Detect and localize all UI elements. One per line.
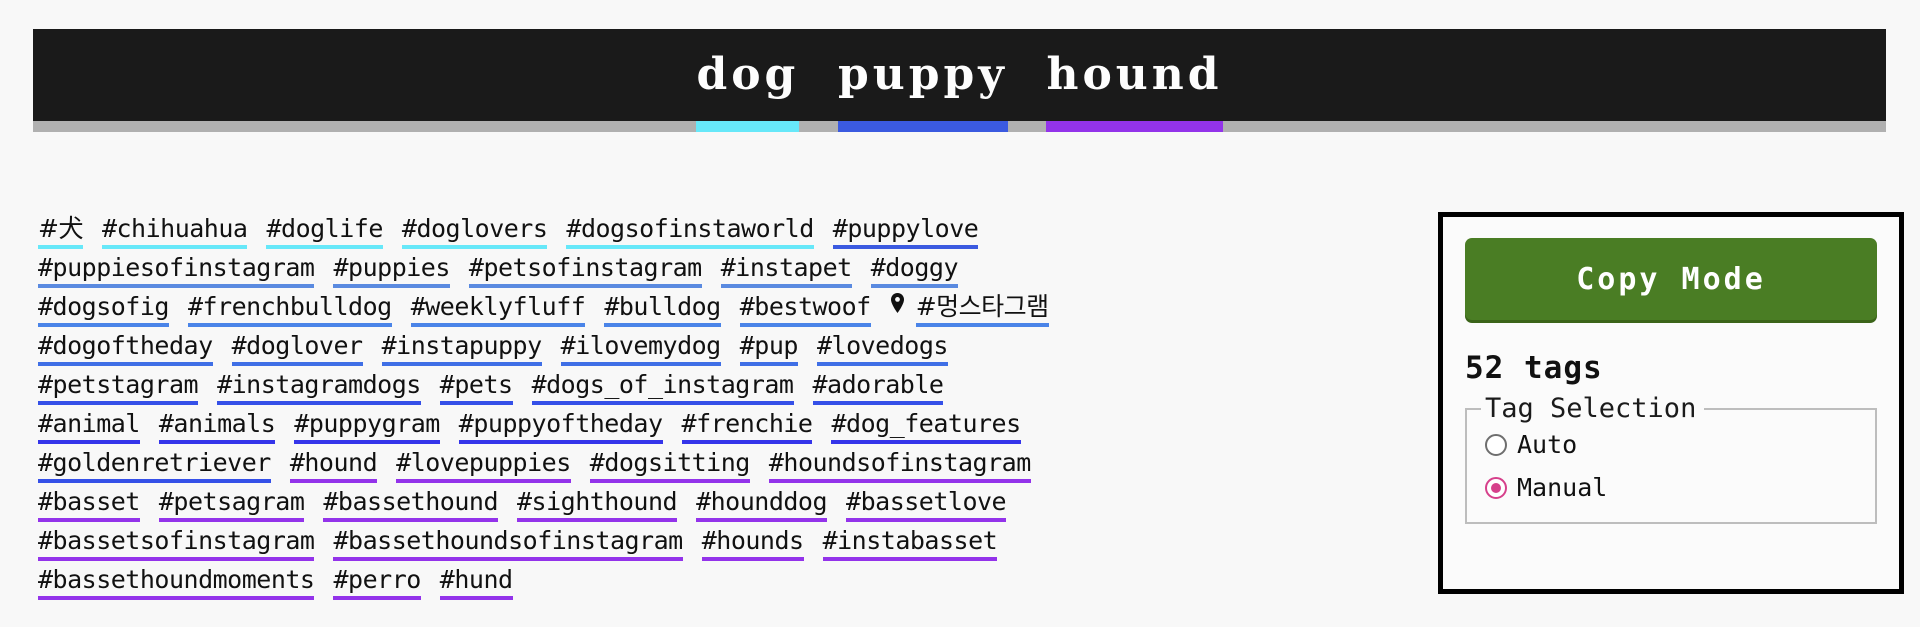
tag-item[interactable]: #ilovemydog — [560, 331, 721, 366]
radio-option-label: Auto — [1517, 430, 1578, 459]
tag-item[interactable]: #instapuppy — [381, 331, 542, 366]
legend-segment-puppy — [837, 121, 1008, 132]
radio-button-icon[interactable] — [1485, 476, 1507, 499]
tag-item[interactable]: #hounddog — [696, 487, 828, 522]
tag-item[interactable]: #petstagram — [38, 370, 199, 405]
legend-segment-dog — [696, 121, 800, 132]
controls-panel: Copy Mode 52 tags Tag Selection Auto Manu… — [1438, 212, 1904, 594]
tag-item[interactable]: #hund — [439, 565, 513, 600]
tag-row: #petstagram #instagramdogs #pets #dogs_of_i… — [38, 370, 1428, 409]
radio-option-manual[interactable]: Manual — [1485, 473, 1857, 502]
tag-item[interactable]: #instagramdogs — [217, 370, 421, 405]
tag-item[interactable]: #houndsofinstagram — [768, 448, 1031, 483]
tag-item[interactable]: #puppies — [333, 253, 450, 288]
tag-item[interactable]: #animals — [158, 409, 276, 444]
title-space — [799, 53, 838, 97]
tag-item[interactable]: #pup — [739, 331, 798, 366]
tag-item[interactable]: #doglovers — [401, 214, 548, 249]
tag-row: #bassethoundmoments #perro #hund — [38, 565, 1428, 604]
title-word-hound: hound — [1046, 49, 1223, 100]
tag-item[interactable]: #dogs_of_instagram — [531, 370, 794, 405]
tag-item[interactable]: #lovepuppies — [396, 448, 571, 483]
tag-item[interactable]: #adorable — [812, 370, 944, 405]
tag-item[interactable]: #instabasset — [822, 526, 998, 561]
keyword-color-legend-bar — [33, 121, 1886, 132]
tag-row: #犬 #chihuahua #doglife #doglovers #dogsofins… — [38, 214, 1428, 253]
header-bar: dog puppy hound — [33, 29, 1886, 121]
tag-item[interactable]: #bassetlove — [846, 487, 1007, 522]
copy-mode-button[interactable]: Copy Mode — [1465, 238, 1877, 320]
tag-row: #puppiesofinstagram #puppies #petsofinstag… — [38, 253, 1428, 292]
tag-row: #basset #petsagram #bassethound #sighthound… — [38, 487, 1428, 526]
tag-item[interactable]: #hounds — [701, 526, 804, 561]
title-word-dog: dog — [696, 49, 800, 100]
header: dog puppy hound — [33, 29, 1886, 132]
title-space — [1008, 53, 1047, 97]
tag-item[interactable]: #doglife — [266, 214, 383, 249]
tag-item[interactable]: #puppiesofinstagram — [38, 253, 315, 288]
tag-item[interactable]: #dog_features — [831, 409, 1021, 444]
tag-row: #dogoftheday #doglover #instapuppy #ilovemy… — [38, 331, 1428, 370]
tag-item[interactable]: #bassetsofinstagram — [38, 526, 315, 561]
tag-item[interactable]: #hound — [289, 448, 378, 483]
tag-item[interactable]: #pets — [439, 370, 513, 405]
app-root: dog puppy hound #犬 #chihuahua #doglife #dog… — [0, 0, 1920, 627]
tag-selection-legend: Tag Selection — [1481, 393, 1705, 424]
radio-button-icon[interactable] — [1485, 433, 1507, 456]
tag-item[interactable]: #doggy — [870, 253, 959, 288]
tag-selection-radio-group[interactable]: Auto Manual — [1485, 430, 1857, 502]
tag-row: #animal #animals #puppygram #puppyoftheday #… — [38, 409, 1428, 448]
tag-item[interactable]: #basset — [38, 487, 140, 522]
tag-item[interactable]: #puppylove — [832, 214, 979, 249]
tag-item[interactable]: #dogsofinstaworld — [566, 214, 814, 249]
tag-selection-fieldset: Tag Selection Auto Manual — [1465, 393, 1877, 524]
tag-item[interactable]: #dogoftheday — [38, 331, 213, 366]
tag-item[interactable]: #bestwoof — [739, 292, 871, 327]
tag-row: #bassetsofinstagram #bassethoundsofinstag… — [38, 526, 1428, 565]
tag-item[interactable]: #犬 — [38, 214, 83, 249]
tag-item[interactable]: #petsagram — [158, 487, 305, 522]
tag-item[interactable]: #animal — [38, 409, 140, 444]
tag-item[interactable]: #bassethoundmoments — [38, 565, 315, 600]
tag-item[interactable]: #frenchbulldog — [187, 292, 392, 327]
radio-option-auto[interactable]: Auto — [1485, 430, 1857, 459]
tag-row: #dogsofig #frenchbulldog #weeklyfluff #bull… — [38, 292, 1428, 331]
tag-item[interactable]: #lovedogs — [816, 331, 948, 366]
tag-item[interactable]: #puppygram — [294, 409, 440, 444]
tag-item[interactable]: #dogsofig — [38, 292, 169, 327]
tag-item[interactable]: #goldenretriever — [38, 448, 271, 483]
tag-item[interactable]: #멍스타그램 — [915, 292, 1049, 327]
location-pin-icon — [890, 293, 905, 323]
tag-item[interactable]: #chihuahua — [101, 214, 248, 249]
tag-cloud[interactable]: #犬 #chihuahua #doglife #doglovers #dogsofins… — [38, 214, 1428, 604]
title-word-puppy: puppy — [837, 49, 1008, 100]
radio-option-label: Manual — [1517, 473, 1608, 502]
tag-item[interactable]: #weeklyfluff — [410, 292, 586, 327]
tag-item[interactable]: #frenchie — [681, 409, 813, 444]
tag-item[interactable]: #bassethound — [323, 487, 498, 522]
tag-row: #goldenretriever #hound #lovepuppies #dogsi… — [38, 448, 1428, 487]
tag-item[interactable]: #instapet — [720, 253, 852, 288]
tag-item[interactable]: #dogsitting — [589, 448, 750, 483]
tag-item[interactable]: #puppyoftheday — [458, 409, 663, 444]
tag-item[interactable]: #perro — [333, 565, 421, 600]
tag-count-label: 52 tags — [1465, 350, 1603, 386]
tag-item[interactable]: #bulldog — [604, 292, 721, 327]
tag-item[interactable]: #bassethoundsofinstagram — [333, 526, 683, 561]
tag-item[interactable]: #petsofinstagram — [468, 253, 702, 288]
page-title: dog puppy hound — [696, 53, 1222, 97]
tag-item[interactable]: #sighthound — [517, 487, 678, 522]
tag-item[interactable]: #doglover — [231, 331, 363, 366]
legend-segment-hound — [1046, 121, 1223, 132]
